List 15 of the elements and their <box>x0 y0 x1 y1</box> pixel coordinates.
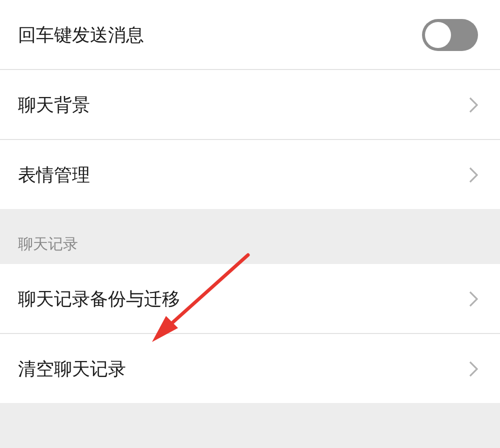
row-label: 聊天记录备份与迁移 <box>18 288 180 310</box>
row-label: 清空聊天记录 <box>18 358 126 380</box>
row-label: 回车键发送消息 <box>18 24 144 46</box>
chevron-right-icon <box>469 96 478 112</box>
settings-row[interactable]: 回车键发送消息 <box>0 0 500 70</box>
row-label: 表情管理 <box>18 164 90 186</box>
row-label: 聊天背景 <box>18 94 90 116</box>
chevron-right-icon <box>469 166 478 182</box>
chevron-right-icon <box>469 360 478 376</box>
toggle-switch[interactable] <box>422 18 478 50</box>
settings-row[interactable]: 表情管理 <box>0 140 500 209</box>
settings-row[interactable]: 聊天背景 <box>0 70 500 140</box>
chevron-right-icon <box>469 290 478 306</box>
section-title: 聊天记录 <box>18 235 78 254</box>
settings-row[interactable]: 清空聊天记录 <box>0 334 500 403</box>
